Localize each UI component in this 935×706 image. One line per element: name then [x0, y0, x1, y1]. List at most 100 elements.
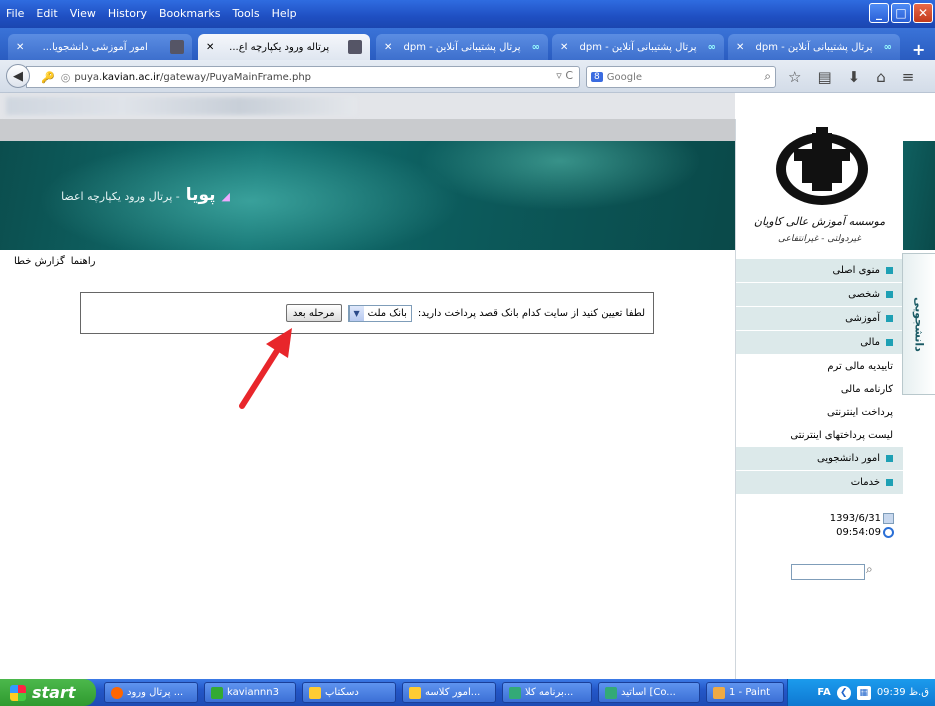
- bookmark-star-icon[interactable]: ☆: [788, 68, 801, 86]
- sidebar-item-student-affairs[interactable]: امور دانشجویی: [736, 447, 903, 471]
- minimize-button[interactable]: _: [869, 3, 889, 23]
- sidebar-item-main-menu[interactable]: منوی اصلی: [736, 259, 903, 283]
- bank-selection-box: لطفا تعیین کنید از سایت کدام بانک قصد پر…: [80, 292, 654, 334]
- back-button[interactable]: ◀: [6, 64, 30, 88]
- search-placeholder: Google: [606, 71, 642, 83]
- taskbar-item-paint[interactable]: 1 - Paint: [706, 682, 784, 703]
- url-bar[interactable]: 🔑 ◎ puya.kavian.ac.ir/gateway/PuyaMainFr…: [26, 66, 580, 88]
- browser-menu-bar: File Edit View History Bookmarks Tools H…: [0, 0, 935, 28]
- taskbar-item-teachers[interactable]: اساتید [Co...: [598, 682, 700, 703]
- bullet-icon: [886, 455, 893, 462]
- reload-icon[interactable]: ▿ C: [556, 69, 573, 82]
- kavian-emblem-icon: [776, 127, 868, 205]
- sidebar-item-personal[interactable]: شخصی: [736, 283, 903, 307]
- red-arrow-annotation: [239, 328, 292, 409]
- language-indicator[interactable]: FA: [817, 687, 830, 698]
- kavian-logo: موسسه آموزش عالی کاویان غیردولتی - غیران…: [736, 119, 903, 254]
- bullet-icon: [886, 291, 893, 298]
- taskbar-item-schedule[interactable]: برنامه کلا...: [502, 682, 592, 703]
- taskbar-item-desktop[interactable]: دسکتاپ: [302, 682, 396, 703]
- network-icon[interactable]: ▦: [856, 685, 871, 700]
- dpm-favicon-icon: ∞: [531, 41, 540, 53]
- right-banner-band: [902, 141, 935, 250]
- chevron-down-icon[interactable]: ▼: [348, 305, 364, 321]
- sidebar-item-label: مالی: [860, 337, 880, 348]
- tab-dpm-3[interactable]: ✕ پرتال پشتیبانی آنلاین - dpm ∞: [728, 34, 900, 60]
- menu-file[interactable]: File: [6, 7, 24, 20]
- tray-arrow-icon[interactable]: ❮: [836, 685, 851, 700]
- key-icon: 🔑: [41, 70, 55, 84]
- tab-dpm-1[interactable]: ✕ پرتال پشتیبانی آنلاین - dpm ∞: [376, 34, 548, 60]
- bookmarks-list-icon[interactable]: ▤: [817, 68, 831, 86]
- menu-tools[interactable]: Tools: [232, 7, 259, 20]
- menu-icon[interactable]: ≡: [902, 68, 915, 86]
- sidebar-item-payment-list[interactable]: لیست پرداختهای اینترنتی: [736, 424, 903, 447]
- sidebar-item-financial[interactable]: مالی: [736, 331, 903, 355]
- search-icon[interactable]: ⌕: [866, 562, 873, 577]
- home-icon[interactable]: ⌂: [876, 68, 886, 86]
- taskbar-clock: 09:39 ق.ظ: [876, 687, 929, 698]
- next-step-button[interactable]: مرحله بعد: [285, 304, 342, 322]
- sidebar-search-input[interactable]: [791, 564, 865, 580]
- taskbar-item-label: امور کلاسه...: [425, 687, 481, 698]
- bullet-icon: [886, 267, 893, 274]
- folder-icon: [309, 686, 321, 699]
- taskbar-item-kaviannn3[interactable]: kaviannn3: [204, 682, 296, 703]
- sidebar-item-label: لیست پرداختهای اینترنتی: [790, 430, 893, 441]
- close-tab-icon[interactable]: ✕: [384, 42, 392, 53]
- sidebar-item-education[interactable]: آموزشی: [736, 307, 903, 331]
- tab-label: پرتال پشتیبانی آنلاین - dpm: [755, 41, 873, 53]
- close-tab-icon[interactable]: ✕: [736, 42, 744, 53]
- sidebar-item-term-approval[interactable]: تاییدیه مالی ترم: [736, 355, 903, 378]
- menu-bookmarks[interactable]: Bookmarks: [159, 7, 220, 20]
- new-tab-icon[interactable]: +: [912, 40, 925, 59]
- taskbar-item-label: دسکتاپ: [325, 687, 359, 698]
- tab-label: امور آموزشی دانشجویا...: [42, 41, 148, 53]
- downloads-icon[interactable]: ⬇: [848, 68, 861, 86]
- taskbar-item-portal[interactable]: پرتال ورود ...: [104, 682, 198, 703]
- blurred-bookmarks-strip: [0, 93, 735, 119]
- menu-edit[interactable]: Edit: [36, 7, 57, 20]
- dpm-favicon-icon: ∞: [707, 41, 716, 53]
- start-button[interactable]: start: [0, 679, 96, 706]
- tab-label: پرتال پشتیبانی آنلاین - dpm: [403, 41, 521, 53]
- vertical-student-tab[interactable]: دانشجویی: [902, 253, 935, 395]
- folder-icon: [409, 686, 421, 699]
- taskbar-item-label: kaviannn3: [227, 687, 279, 698]
- sidebar-item-online-payment[interactable]: پرداخت اینترنتی: [736, 401, 903, 424]
- tab-label: پرتال پشتیبانی آنلاین - dpm: [579, 41, 697, 53]
- banner-subtitle: - پرتال ورود یکپارچه اعضا: [61, 190, 180, 203]
- menu-view[interactable]: View: [70, 7, 96, 20]
- close-tab-icon[interactable]: ✕: [206, 42, 214, 53]
- maximize-button[interactable]: □: [891, 3, 911, 23]
- search-input[interactable]: 8 Google ⌕: [586, 66, 776, 88]
- sidebar-item-services[interactable]: خدمات: [736, 471, 903, 495]
- tab-amoozesh[interactable]: ✕ امور آموزشی دانشجویا...: [8, 34, 192, 60]
- taskbar-item-class-affairs[interactable]: امور کلاسه...: [402, 682, 496, 703]
- date-text: 1393/6/31: [829, 513, 881, 524]
- search-icon[interactable]: ⌕: [764, 69, 771, 84]
- bank-select-value: بانک ملت: [367, 307, 407, 319]
- google-engine-icon[interactable]: 8: [591, 72, 603, 82]
- vertical-tab-label: دانشجویی: [912, 296, 926, 352]
- top-gray-strip: [0, 119, 735, 141]
- sidebar-item-label: منوی اصلی: [832, 265, 880, 276]
- menu-help[interactable]: Help: [272, 7, 297, 20]
- close-tab-icon[interactable]: ✕: [560, 42, 568, 53]
- report-error-link[interactable]: گزارش خطا: [14, 256, 65, 267]
- taskbar-item-label: برنامه کلا...: [525, 687, 574, 698]
- excel-icon: [509, 686, 521, 699]
- tab-portal-active[interactable]: ✕ پرتاله ورود یکپارچه اع...: [198, 34, 370, 60]
- menu-history[interactable]: History: [108, 7, 147, 20]
- help-link[interactable]: راهنما: [71, 256, 96, 267]
- bank-select[interactable]: بانک ملت ▼: [347, 304, 412, 322]
- close-window-button[interactable]: ✕: [913, 3, 933, 23]
- tab-dpm-2[interactable]: ✕ پرتال پشتیبانی آنلاین - dpm ∞: [552, 34, 724, 60]
- tab-strip: ✕ امور آموزشی دانشجویا... ✕ پرتاله ورود …: [0, 28, 935, 60]
- banner-flag-icon: ◢: [221, 190, 230, 203]
- navigation-bar: 🔑 ◎ puya.kavian.ac.ir/gateway/PuyaMainFr…: [0, 60, 935, 93]
- sidebar-item-label: تاییدیه مالی ترم: [827, 361, 893, 372]
- sidebar-item-financial-report[interactable]: کارنامه مالی: [736, 378, 903, 401]
- close-tab-icon[interactable]: ✕: [16, 42, 24, 53]
- windows-taskbar: start پرتال ورود ... kaviannn3 دسکتاپ ام…: [0, 679, 935, 706]
